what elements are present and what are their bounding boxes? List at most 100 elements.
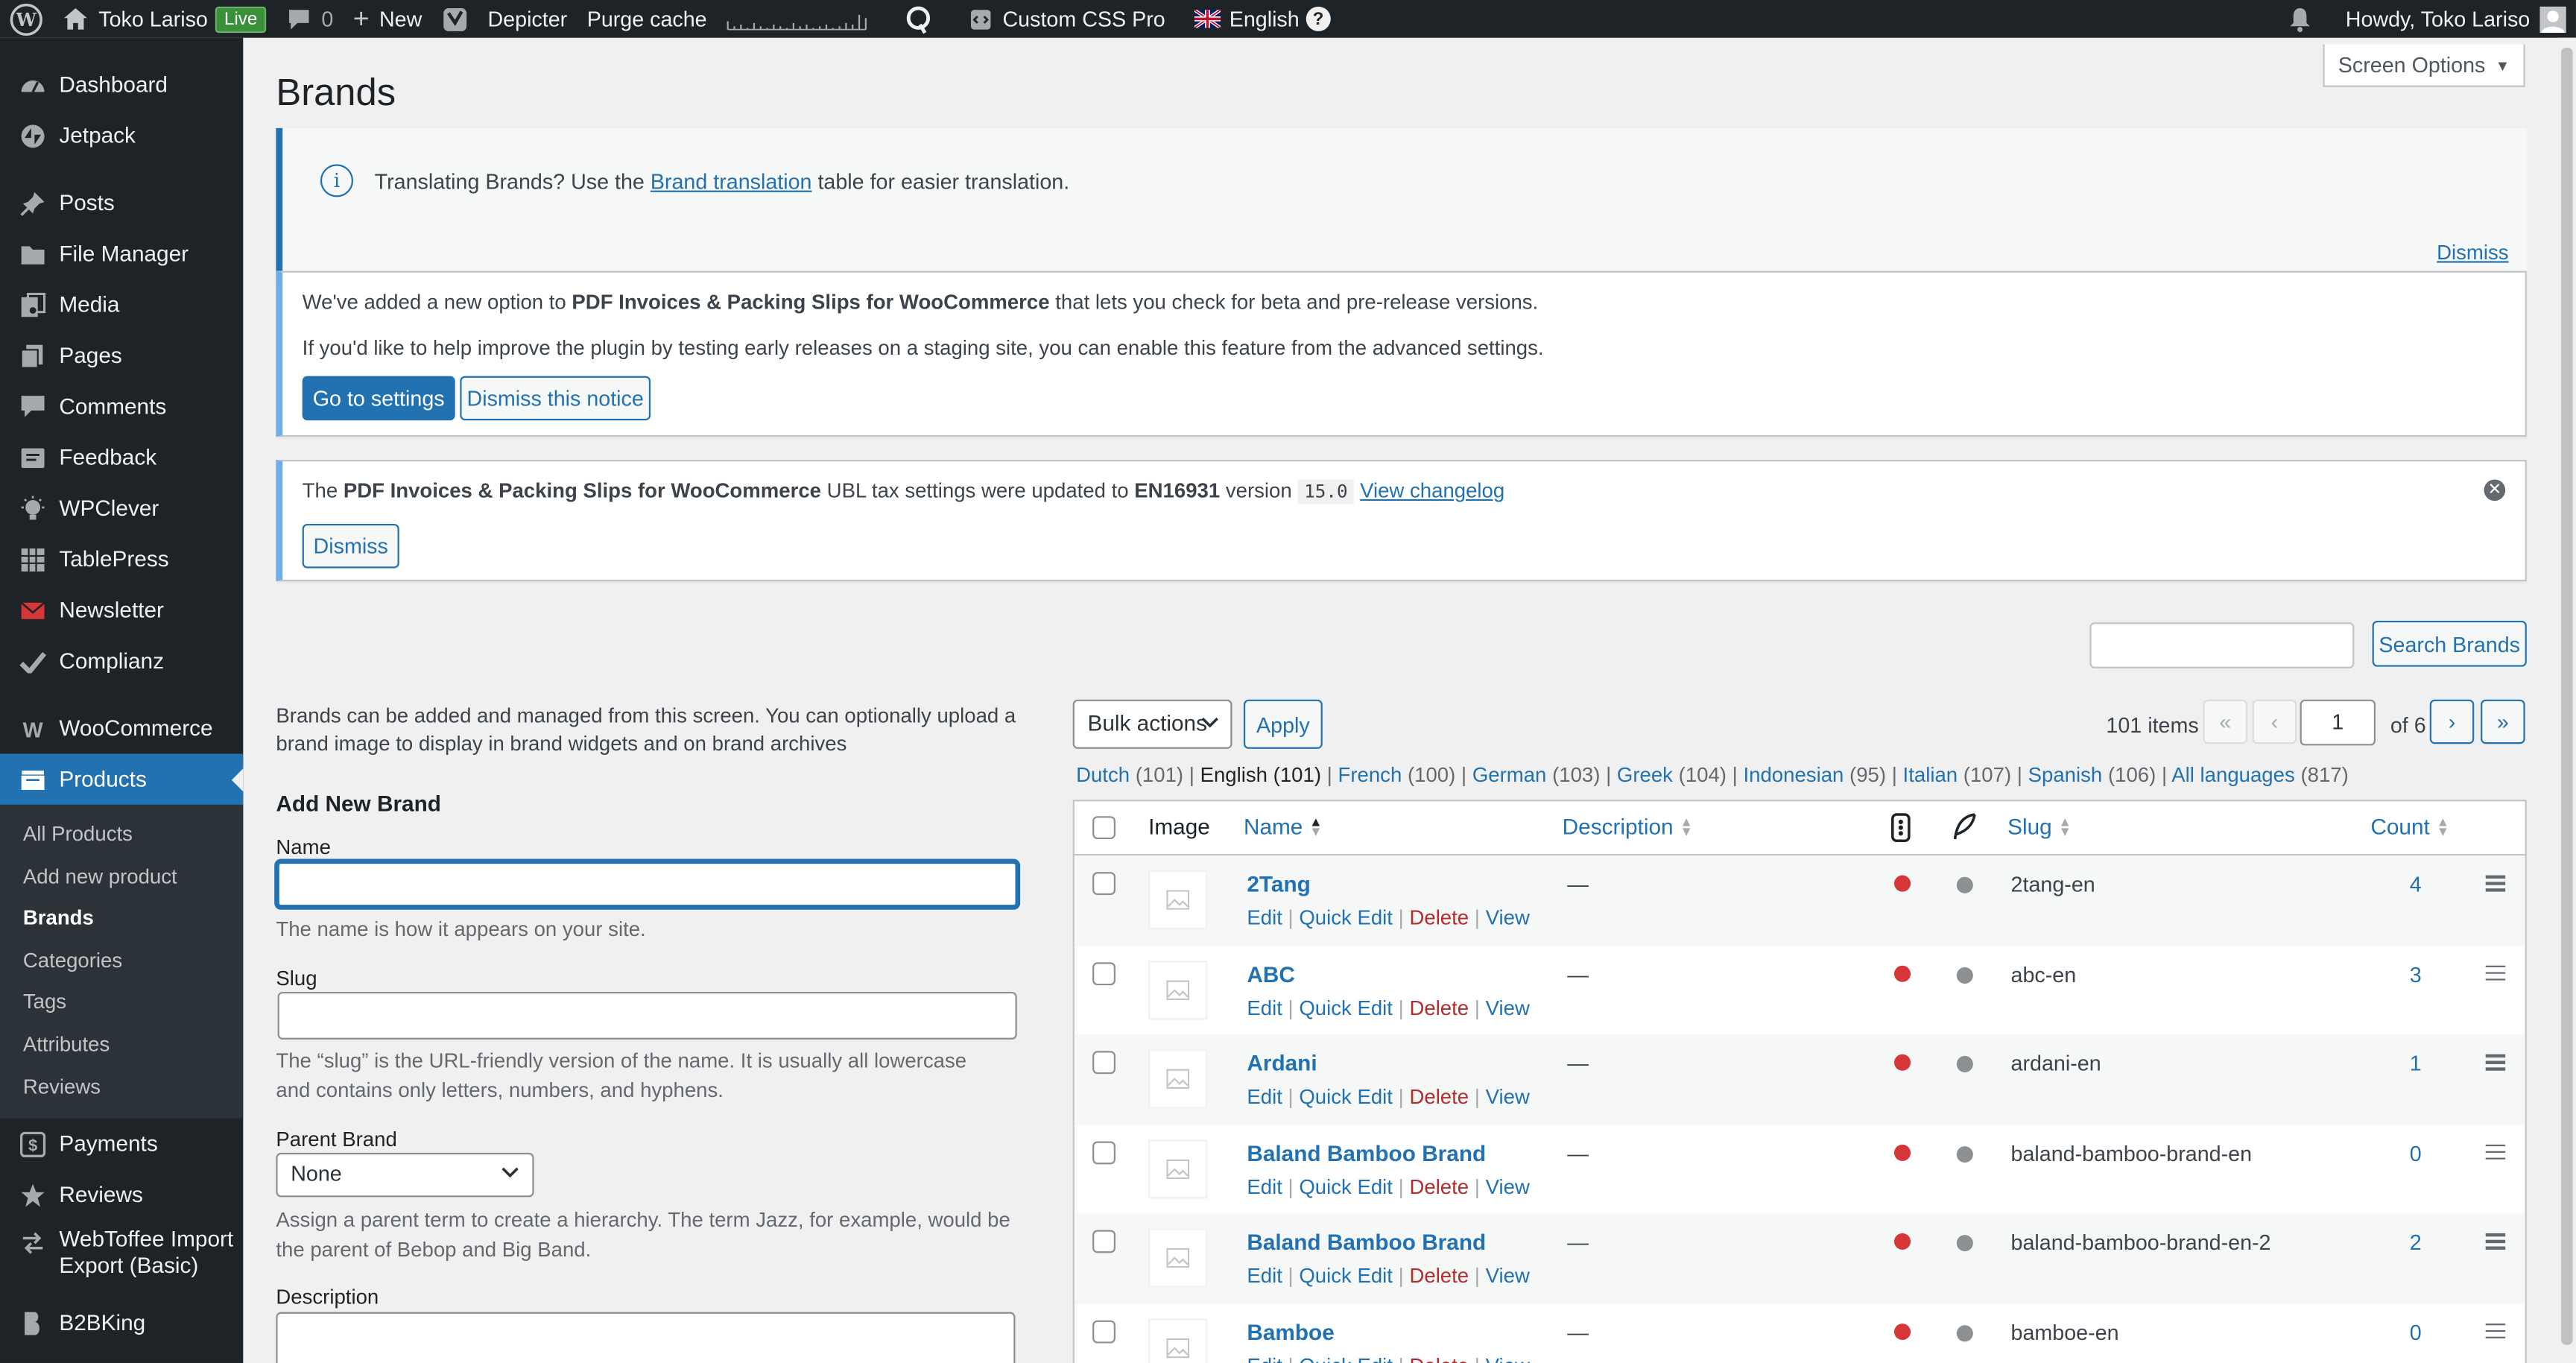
- edit-link[interactable]: Edit: [1247, 906, 1282, 929]
- brand-count-link[interactable]: 4: [2306, 872, 2422, 896]
- edit-link[interactable]: Edit: [1247, 1265, 1282, 1288]
- quick-edit-link[interactable]: Quick Edit: [1299, 996, 1393, 1019]
- dismiss-link[interactable]: Dismiss: [2437, 241, 2508, 265]
- submenu-categories[interactable]: Categories: [0, 940, 243, 982]
- delete-link[interactable]: Delete: [1409, 1265, 1469, 1288]
- sidebar-item-comments[interactable]: Comments: [0, 381, 243, 431]
- quicksearch-icon[interactable]: [894, 0, 943, 38]
- sidebar-item-feedback[interactable]: Feedback: [0, 432, 243, 483]
- brand-count-link[interactable]: 0: [2306, 1140, 2422, 1165]
- next-page-button[interactable]: ›: [2429, 699, 2475, 744]
- col-slug-sort[interactable]: Slug ▲ ▼: [2007, 815, 2072, 839]
- close-icon[interactable]: ✕: [2484, 479, 2506, 502]
- brand-name-link[interactable]: Baland Bamboo Brand: [1247, 1230, 1486, 1254]
- quick-edit-link[interactable]: Quick Edit: [1299, 1086, 1393, 1109]
- brand-name-link[interactable]: ABC: [1247, 961, 1294, 986]
- delete-link[interactable]: Delete: [1409, 996, 1469, 1019]
- view-link[interactable]: View: [1486, 906, 1530, 929]
- drag-handle-icon[interactable]: [2485, 1143, 2506, 1163]
- drag-handle-icon[interactable]: [2485, 875, 2506, 895]
- row-checkbox[interactable]: [1092, 1051, 1115, 1075]
- edit-link[interactable]: Edit: [1247, 1354, 1282, 1363]
- submenu-all-products[interactable]: All Products: [0, 815, 243, 856]
- col-count-sort[interactable]: Count ▲ ▼: [2370, 815, 2449, 839]
- parent-brand-select[interactable]: None: [276, 1152, 534, 1198]
- quick-edit-link[interactable]: Quick Edit: [1299, 1175, 1393, 1198]
- lang-filter-english[interactable]: English: [1200, 764, 1268, 787]
- purge-cache-menu[interactable]: Purge cache: [577, 0, 716, 38]
- quick-edit-link[interactable]: Quick Edit: [1299, 1354, 1393, 1363]
- new-content-menu[interactable]: + New: [344, 0, 432, 38]
- sidebar-item-media[interactable]: Media: [0, 279, 243, 330]
- delete-link[interactable]: Delete: [1409, 906, 1469, 929]
- last-page-button[interactable]: »: [2481, 699, 2525, 744]
- submenu-add-new-product[interactable]: Add new product: [0, 856, 243, 898]
- brand-name-input[interactable]: [276, 860, 1019, 908]
- sidebar-item-newsletter[interactable]: Newsletter: [0, 584, 243, 635]
- brand-description-textarea[interactable]: [276, 1312, 1016, 1363]
- stats-sparkline[interactable]: [717, 0, 878, 38]
- comments-menu[interactable]: 0: [276, 0, 344, 38]
- lang-filter-all[interactable]: All languages: [2171, 764, 2294, 787]
- current-page-input[interactable]: 1: [2300, 699, 2376, 746]
- col-name-sort[interactable]: Name ▲ ▼: [1244, 815, 1323, 839]
- view-link[interactable]: View: [1486, 1086, 1530, 1109]
- edit-link[interactable]: Edit: [1247, 1175, 1282, 1198]
- edit-link[interactable]: Edit: [1247, 1086, 1282, 1109]
- delete-link[interactable]: Delete: [1409, 1354, 1469, 1363]
- drag-handle-icon[interactable]: [2485, 1233, 2506, 1253]
- row-checkbox[interactable]: [1092, 1319, 1115, 1343]
- brand-count-link[interactable]: 1: [2306, 1051, 2422, 1075]
- sidebar-item-b2bking[interactable]: B2BKing: [0, 1297, 243, 1348]
- yoast-icon[interactable]: [432, 0, 478, 38]
- quick-edit-link[interactable]: Quick Edit: [1299, 906, 1393, 929]
- sidebar-item-tablepress[interactable]: TablePress: [0, 534, 243, 584]
- brand-name-link[interactable]: Baland Bamboo Brand: [1247, 1140, 1486, 1165]
- sidebar-item-file-manager[interactable]: File Manager: [0, 228, 243, 279]
- row-checkbox[interactable]: [1092, 872, 1115, 895]
- row-checkbox[interactable]: [1092, 961, 1115, 985]
- brand-translation-link[interactable]: Brand translation: [651, 169, 812, 194]
- bulk-actions-select[interactable]: Bulk actions: [1072, 699, 1232, 749]
- view-link[interactable]: View: [1486, 1265, 1530, 1288]
- my-account-menu[interactable]: Howdy, Toko Lariso: [2336, 0, 2576, 38]
- drag-handle-icon[interactable]: [2485, 964, 2506, 984]
- brand-name-link[interactable]: Bamboe: [1247, 1320, 1334, 1344]
- brand-count-link[interactable]: 3: [2306, 961, 2422, 986]
- sidebar-item-payments[interactable]: $ Payments: [0, 1119, 243, 1169]
- custom-css-menu[interactable]: Custom CSS Pro: [960, 0, 1175, 38]
- wordpress-logo-icon[interactable]: W: [0, 0, 53, 38]
- row-checkbox[interactable]: [1092, 1140, 1115, 1164]
- go-to-settings-button[interactable]: Go to settings: [302, 376, 455, 421]
- notifications-bell-icon[interactable]: [2276, 0, 2335, 38]
- submenu-tags[interactable]: Tags: [0, 983, 243, 1025]
- page-scrollbar[interactable]: [2557, 37, 2576, 1363]
- drag-handle-icon[interactable]: [2485, 1322, 2506, 1342]
- scrollbar-thumb[interactable]: [2561, 47, 2573, 1345]
- view-link[interactable]: View: [1486, 1354, 1530, 1363]
- submenu-brands[interactable]: Brands: [0, 899, 243, 940]
- lang-filter-italian[interactable]: Italian: [1903, 764, 1958, 787]
- depicter-menu[interactable]: Depicter: [478, 0, 577, 38]
- sidebar-item-posts[interactable]: Posts: [0, 177, 243, 228]
- search-brands-input[interactable]: [2089, 622, 2355, 668]
- sidebar-item-complianz[interactable]: Complianz: [0, 636, 243, 686]
- sidebar-item-dashboard[interactable]: Dashboard: [0, 59, 243, 110]
- sidebar-item-webtoffee[interactable]: WebToffee Import Export (Basic): [0, 1221, 243, 1298]
- sidebar-item-products[interactable]: Products: [0, 753, 244, 805]
- lang-filter-german[interactable]: German: [1472, 764, 1547, 787]
- language-menu[interactable]: English ?: [1185, 0, 1341, 38]
- apply-button[interactable]: Apply: [1243, 699, 1323, 749]
- sidebar-item-jetpack[interactable]: Jetpack: [0, 110, 243, 161]
- search-brands-button[interactable]: Search Brands: [2372, 620, 2527, 667]
- col-description-sort[interactable]: Description ▲ ▼: [1563, 815, 1693, 839]
- lang-filter-indonesian[interactable]: Indonesian: [1743, 764, 1844, 787]
- lang-filter-dutch[interactable]: Dutch: [1076, 764, 1130, 787]
- translation-status-dot[interactable]: [1894, 964, 1911, 981]
- lang-filter-spanish[interactable]: Spanish: [2028, 764, 2103, 787]
- quick-edit-link[interactable]: Quick Edit: [1299, 1265, 1393, 1288]
- lang-filter-french[interactable]: French: [1338, 764, 1402, 787]
- submenu-reviews[interactable]: Reviews: [0, 1066, 243, 1108]
- dismiss-notice-button[interactable]: Dismiss this notice: [460, 376, 651, 421]
- site-name-menu[interactable]: Toko Lariso Live: [53, 0, 276, 38]
